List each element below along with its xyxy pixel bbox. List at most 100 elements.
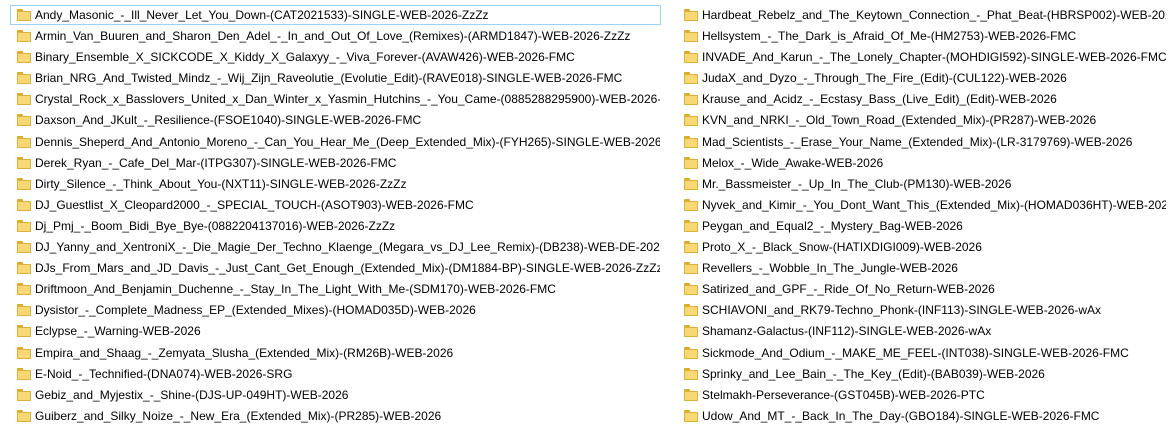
folder-column-right: Hardbeat_Rebelz_and_The_Keytown_Connecti… [677, 5, 1167, 427]
folder-item[interactable]: KVN_and_NRKI_-_Old_Town_Road_(Extended_M… [677, 110, 1167, 130]
folder-icon [684, 219, 698, 232]
folder-name: KVN_and_NRKI_-_Old_Town_Road_(Extended_M… [702, 113, 1097, 128]
folder-icon [684, 283, 698, 296]
folder-item[interactable]: JudaX_and_Dyzo_-_Through_The_Fire_(Edit)… [677, 68, 1167, 88]
folder-item[interactable]: Satirized_and_GPF_-_Ride_Of_No_Return-WE… [677, 279, 1167, 299]
folder-item[interactable]: Daxson_And_JKult_-_Resilience-(FSOE1040)… [10, 110, 661, 130]
folder-icon [17, 9, 31, 21]
folder-name: Mad_Scientists_-_Erase_Your_Name_(Extend… [702, 134, 1133, 149]
folder-icon [17, 51, 31, 64]
folder-name: Hardbeat_Rebelz_and_The_Keytown_Connecti… [702, 8, 1166, 22]
folder-item[interactable]: E-Noid_-_Technified-(DNA074)-WEB-2026-SR… [10, 364, 661, 384]
folder-icon [17, 156, 31, 169]
folder-item[interactable]: Sickmode_And_Odium_-_MAKE_ME_FEEL-(INT03… [677, 343, 1167, 363]
folder-icon [17, 219, 31, 232]
folder-item[interactable]: Dj_Pmj_-_Boom_Bidi_Bye_Bye-(088220413701… [10, 216, 661, 236]
folder-name: E-Noid_-_Technified-(DNA074)-WEB-2026-SR… [35, 366, 293, 381]
folder-icon [17, 241, 31, 254]
folder-name: Shamanz-Galactus-(INF112)-SINGLE-WEB-202… [702, 324, 992, 339]
folder-item[interactable]: Gebiz_and_Myjestix_-_Shine-(DJS-UP-049HT… [10, 385, 661, 405]
folder-item[interactable]: Derek_Ryan_-_Cafe_Del_Mar-(ITPG307)-SING… [10, 153, 661, 173]
folder-name: Dennis_Sheperd_And_Antonio_Moreno_-_Can_… [35, 134, 660, 149]
folder-item[interactable]: Mr._Bassmeister_-_Up_In_The_Club-(PM130)… [677, 174, 1167, 194]
folder-column-left: Andy_Masonic_-_Ill_Never_Let_You_Down-(C… [10, 5, 661, 427]
folder-item[interactable]: DJs_From_Mars_and_JD_Davis_-_Just_Cant_G… [10, 258, 661, 278]
folder-name: Brian_NRG_And_Twisted_Mindz_-_Wij_Zijn_R… [35, 71, 623, 86]
folder-item[interactable]: Eclypse_-_Warning-WEB-2026 [10, 321, 661, 341]
folder-icon [684, 325, 698, 338]
folder-icon [684, 177, 698, 190]
folder-icon [684, 72, 698, 85]
folder-item[interactable]: Guiberz_and_Silky_Noize_-_New_Era_(Exten… [10, 406, 661, 426]
folder-icon [684, 241, 698, 254]
folder-icon [17, 135, 31, 148]
folder-name: Driftmoon_And_Benjamin_Duchenne_-_Stay_I… [35, 282, 556, 297]
folder-item[interactable]: Mad_Scientists_-_Erase_Your_Name_(Extend… [677, 132, 1167, 152]
folder-item[interactable]: Krause_and_Acidz_-_Ecstasy_Bass_(Live_Ed… [677, 89, 1167, 109]
folder-item[interactable]: Driftmoon_And_Benjamin_Duchenne_-_Stay_I… [10, 279, 661, 299]
folder-name: Dj_Pmj_-_Boom_Bidi_Bye_Bye-(088220413701… [35, 218, 396, 233]
folder-name: Daxson_And_JKult_-_Resilience-(FSOE1040)… [35, 113, 422, 128]
folder-icon [684, 30, 698, 43]
folder-icon [684, 409, 698, 422]
folder-item[interactable]: Crystal_Rock_x_Basslovers_United_x_Dan_W… [10, 89, 661, 109]
folder-name: DJ_Guestlist_X_Cleopard2000_-_SPECIAL_TO… [35, 197, 474, 212]
folder-item[interactable]: INVADE_And_Karun_-_The_Lonely_Chapter-(M… [677, 47, 1167, 67]
folder-icon [684, 93, 698, 106]
folder-name: Gebiz_and_Myjestix_-_Shine-(DJS-UP-049HT… [35, 387, 349, 402]
folder-item[interactable]: Shamanz-Galactus-(INF112)-SINGLE-WEB-202… [677, 321, 1167, 341]
folder-icon [17, 304, 31, 317]
folder-item[interactable]: DJ_Yanny_and_XentroniX_-_Die_Magie_Der_T… [10, 237, 661, 257]
folder-item[interactable]: Peygan_and_Equal2_-_Mystery_Bag-WEB-2026 [677, 216, 1167, 236]
folder-name: Satirized_and_GPF_-_Ride_Of_No_Return-WE… [702, 282, 995, 297]
folder-item[interactable]: Armin_Van_Buuren_and_Sharon_Den_Adel_-_I… [10, 26, 661, 46]
folder-name: Armin_Van_Buuren_and_Sharon_Den_Adel_-_I… [35, 29, 631, 44]
folder-item[interactable]: Sprinky_and_Lee_Bain_-_The_Key_(Edit)-(B… [677, 364, 1167, 384]
folder-name: DJ_Yanny_and_XentroniX_-_Die_Magie_Der_T… [35, 240, 660, 255]
folder-name: Guiberz_and_Silky_Noize_-_New_Era_(Exten… [35, 408, 442, 423]
folder-name: DJs_From_Mars_and_JD_Davis_-_Just_Cant_G… [35, 261, 660, 276]
folder-item[interactable]: Hellsystem_-_The_Dark_is_Afraid_Of_Me-(H… [677, 26, 1167, 46]
folder-item[interactable]: Binary_Ensemble_X_SICKCODE_X_Kiddy_X_Gal… [10, 47, 661, 67]
folder-item[interactable]: Stelmakh-Perseverance-(GST045B)-WEB-2026… [677, 385, 1167, 405]
folder-item[interactable]: Melox_-_Wide_Awake-WEB-2026 [677, 153, 1167, 173]
folder-name: Eclypse_-_Warning-WEB-2026 [35, 324, 201, 339]
folder-item[interactable]: Udow_And_MT_-_Back_In_The_Day-(GBO184)-S… [677, 406, 1167, 426]
folder-name: Dirty_Silence_-_Think_About_You-(NXT11)-… [35, 176, 407, 191]
folder-name: INVADE_And_Karun_-_The_Lonely_Chapter-(M… [702, 50, 1166, 65]
folder-icon [684, 367, 698, 380]
folder-icon [684, 346, 698, 359]
folder-name: Proto_X_-_Black_Snow-(HATIXDIGI009)-WEB-… [702, 240, 982, 255]
folder-item[interactable]: Dysistor_-_Complete_Madness_EP_(Extended… [10, 300, 661, 320]
folder-item[interactable]: Hardbeat_Rebelz_and_The_Keytown_Connecti… [677, 5, 1167, 25]
folder-icon [684, 388, 698, 401]
folder-item[interactable]: DJ_Guestlist_X_Cleopard2000_-_SPECIAL_TO… [10, 195, 661, 215]
folder-icon [17, 346, 31, 359]
folder-icon [17, 72, 31, 85]
folder-name: JudaX_and_Dyzo_-_Through_The_Fire_(Edit)… [702, 71, 1067, 86]
folder-item[interactable]: Proto_X_-_Black_Snow-(HATIXDIGI009)-WEB-… [677, 237, 1167, 257]
folder-icon [17, 177, 31, 190]
folder-item[interactable]: Andy_Masonic_-_Ill_Never_Let_You_Down-(C… [10, 5, 661, 25]
folder-item[interactable]: Empira_and_Shaag_-_Zemyata_Slusha_(Exten… [10, 343, 661, 363]
folder-item[interactable]: SCHIAVONI_and_RK79-Techno_Phonk-(INF113)… [677, 300, 1167, 320]
folder-item[interactable]: Brian_NRG_And_Twisted_Mindz_-_Wij_Zijn_R… [10, 68, 661, 88]
folder-icon [684, 262, 698, 275]
folder-name: Udow_And_MT_-_Back_In_The_Day-(GBO184)-S… [702, 408, 1100, 423]
folder-item[interactable]: Nyvek_and_Kimir_-_You_Dont_Want_This_(Ex… [677, 195, 1167, 215]
folder-name: Crystal_Rock_x_Basslovers_United_x_Dan_W… [35, 92, 660, 107]
folder-icon [17, 283, 31, 296]
folder-icon [17, 367, 31, 380]
folder-name: Sprinky_and_Lee_Bain_-_The_Key_(Edit)-(B… [702, 366, 1045, 381]
folder-item[interactable]: Revellers_-_Wobble_In_The_Jungle-WEB-202… [677, 258, 1167, 278]
folder-icon [17, 325, 31, 338]
folder-icon [17, 388, 31, 401]
folder-name: Peygan_and_Equal2_-_Mystery_Bag-WEB-2026 [702, 218, 963, 233]
folder-item[interactable]: Dennis_Sheperd_And_Antonio_Moreno_-_Can_… [10, 132, 661, 152]
folder-name: Andy_Masonic_-_Ill_Never_Let_You_Down-(C… [35, 8, 489, 22]
folder-name: Nyvek_and_Kimir_-_You_Dont_Want_This_(Ex… [702, 197, 1166, 212]
folder-icon [17, 198, 31, 211]
folder-icon [684, 51, 698, 64]
folder-name: Krause_and_Acidz_-_Ecstasy_Bass_(Live_Ed… [702, 92, 1057, 107]
folder-item[interactable]: Dirty_Silence_-_Think_About_You-(NXT11)-… [10, 174, 661, 194]
